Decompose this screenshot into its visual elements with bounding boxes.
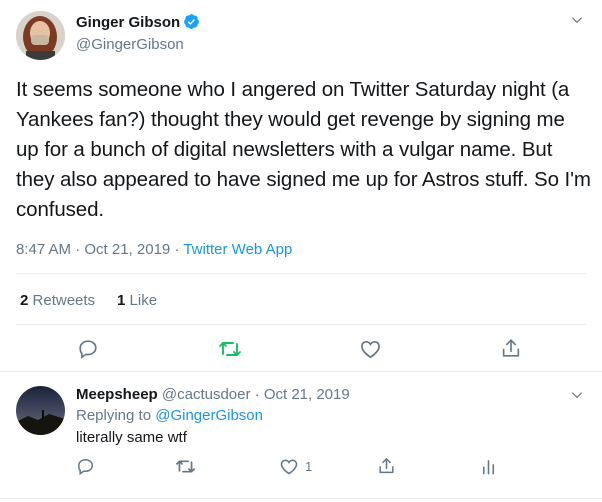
- divider: [16, 324, 586, 325]
- like-icon[interactable]: [279, 457, 299, 476]
- like-icon[interactable]: [359, 338, 382, 360]
- chevron-down-icon[interactable]: [570, 388, 586, 404]
- reply-icon[interactable]: [77, 338, 99, 360]
- verified-badge-icon: [183, 13, 200, 30]
- likes-label: Like: [129, 292, 158, 309]
- reply-author-name[interactable]: Meepsheep: [76, 386, 158, 403]
- divider: [0, 371, 602, 372]
- tweet-timestamp[interactable]: 8:47 AM · Oct 21, 2019: [16, 241, 170, 258]
- tweet-meta: 8:47 AM · Oct 21, 2019 · Twitter Web App: [16, 241, 292, 258]
- retweets-stat[interactable]: 2 Retweets: [20, 292, 95, 309]
- likes-stat[interactable]: 1 Like: [117, 292, 157, 309]
- retweet-icon[interactable]: [175, 457, 196, 476]
- likes-count: 1: [117, 292, 126, 309]
- tweet-text: It seems someone who I angered on Twitte…: [16, 78, 591, 221]
- author-avatar[interactable]: [16, 11, 65, 60]
- replying-prefix: Replying to: [76, 407, 152, 424]
- analytics-icon[interactable]: [479, 457, 498, 476]
- meta-separator: ·: [174, 241, 180, 258]
- tweet-source[interactable]: Twitter Web App: [183, 241, 292, 258]
- replying-to: Replying to @GingerGibson: [76, 407, 263, 424]
- divider: [0, 498, 602, 499]
- author-name[interactable]: Ginger Gibson: [76, 14, 180, 31]
- share-icon[interactable]: [377, 456, 396, 476]
- divider: [16, 273, 586, 274]
- replying-handle-link[interactable]: @GingerGibson: [155, 407, 263, 424]
- share-icon[interactable]: [500, 337, 522, 360]
- retweets-count: 2: [20, 292, 29, 309]
- reply-author-handle[interactable]: @cactusdoer: [162, 386, 251, 403]
- chevron-down-icon[interactable]: [570, 13, 586, 29]
- retweet-icon[interactable]: [218, 338, 242, 360]
- reply-author-avatar[interactable]: [16, 386, 65, 435]
- reply-like-count: 1: [305, 459, 313, 474]
- author-handle[interactable]: @GingerGibson: [76, 36, 184, 53]
- reply-text: literally same wtf: [76, 429, 187, 446]
- reply-icon[interactable]: [76, 457, 95, 476]
- retweets-label: Retweets: [32, 292, 96, 309]
- reply-date[interactable]: · Oct 21, 2019: [255, 386, 350, 403]
